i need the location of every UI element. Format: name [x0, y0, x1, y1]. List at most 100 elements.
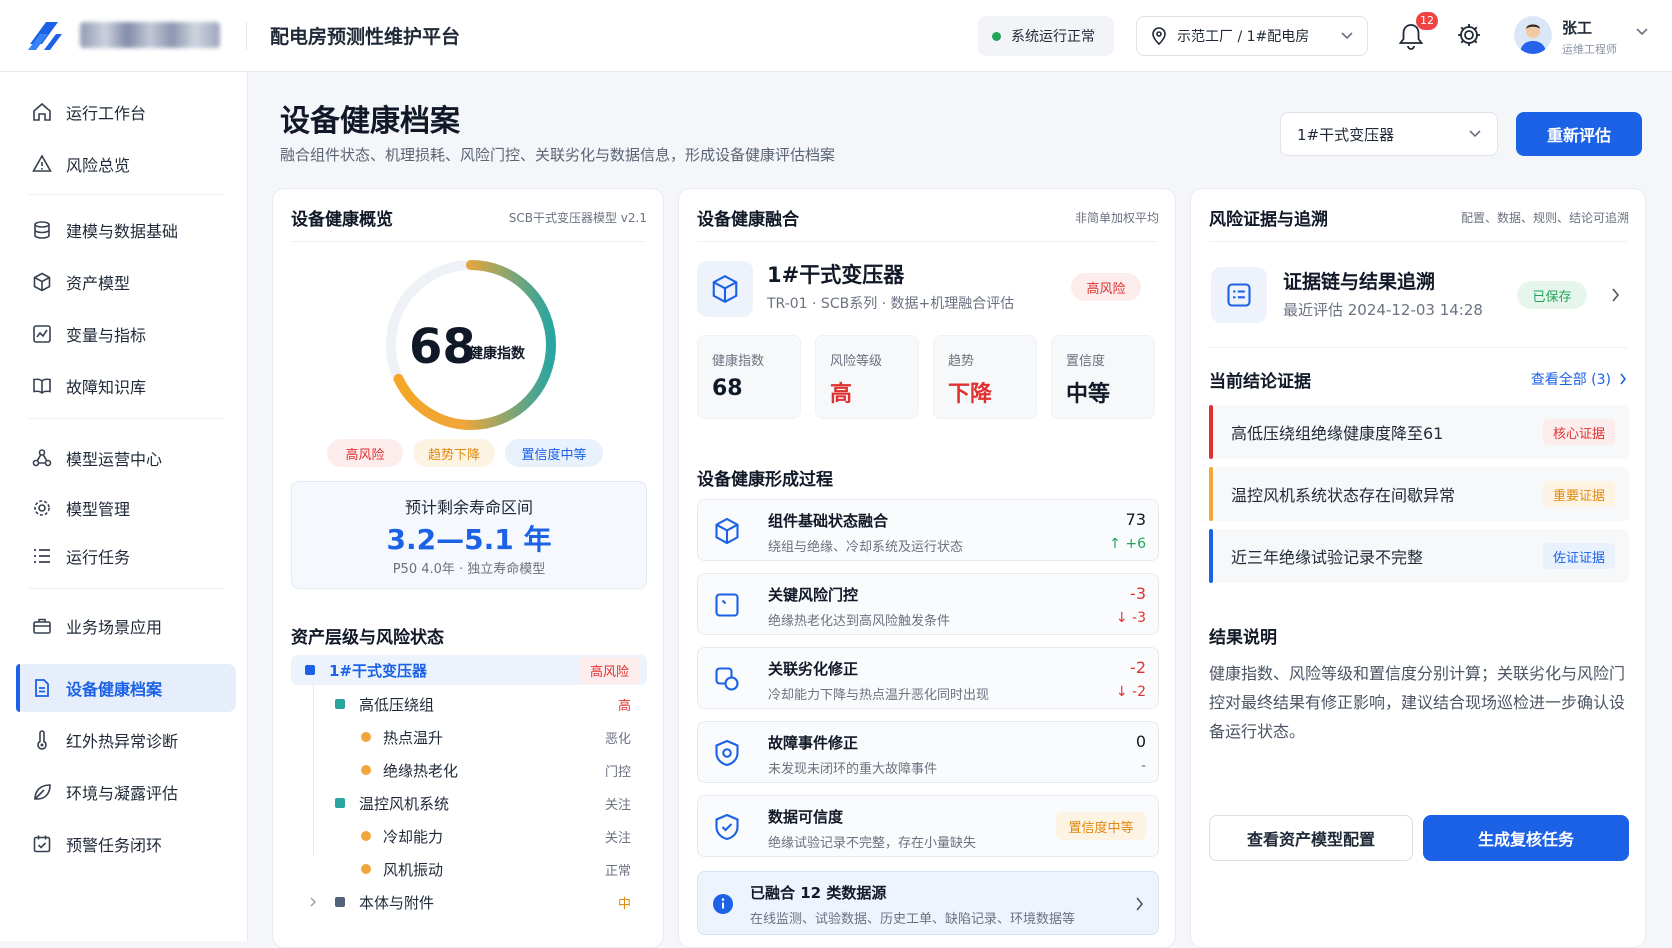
view-all-link[interactable]: 查看全部 (3): [1531, 369, 1627, 389]
book-icon: [33, 378, 51, 395]
process-step-correlated-degradation[interactable]: 关联劣化修正 冷却能力下降与热点温升恶化同时出现 -2 ↓ -2: [697, 647, 1159, 709]
reassess-button[interactable]: 重新评估: [1516, 112, 1642, 156]
arrow-up-icon: ↑: [1109, 536, 1126, 552]
gear-icon: [34, 500, 50, 516]
generate-review-task-button[interactable]: 生成复核任务: [1423, 815, 1629, 861]
sidebar-item-risk-overview[interactable]: 风险总览: [16, 140, 236, 188]
sidebar-item-environment-condensation[interactable]: 环境与凝露评估: [16, 768, 236, 816]
warning-icon: [32, 154, 52, 172]
health-index-value: 68: [409, 319, 476, 375]
location-select[interactable]: 示范工厂 / 1#配电房: [1136, 16, 1368, 56]
node-dot-icon: [361, 864, 371, 874]
evidence-item-core[interactable]: 高低压绕组绝缘健康度降至61 核心证据: [1209, 405, 1629, 459]
process-step-component-fusion[interactable]: 组件基础状态融合 绕组与绝缘、冷却系统及运行状态 73 ↑ +6: [697, 499, 1159, 561]
device-select[interactable]: 1#干式变压器: [1280, 112, 1498, 156]
sidebar-item-model-management[interactable]: 模型管理: [16, 484, 236, 532]
node-dot-icon: [361, 831, 371, 841]
sidebar-item-fault-knowledge[interactable]: 故障知识库: [16, 362, 236, 410]
tree-node-fan-system[interactable]: 温控风机系统 关注: [291, 788, 647, 818]
status-dot-icon: [992, 31, 1001, 41]
info-icon: [713, 894, 733, 914]
confidence-tag: 置信度中等: [1056, 812, 1146, 840]
process-step-risk-gate[interactable]: 关键风险门控 绝缘热老化达到高风险触发条件 -3 ↓ -3: [697, 573, 1159, 635]
sidebar-item-run-tasks[interactable]: 运行任务: [16, 532, 236, 580]
sidebar-item-infrared-diagnosis[interactable]: 红外热异常诊断: [16, 716, 236, 764]
sidebar-item-workbench[interactable]: 运行工作台: [16, 88, 236, 136]
fusion-title: 设备健康融合: [697, 210, 799, 230]
tree-node-winding[interactable]: 高低压绕组 高: [291, 689, 647, 719]
data-sources-bar[interactable]: 已融合 12 类数据源 在线监测、试验数据、历史工单、缺陷记录、环境数据等: [697, 871, 1159, 935]
user-name: 张工: [1562, 19, 1593, 37]
sidebar-item-modeling-data[interactable]: 建模与数据基础: [16, 206, 236, 254]
tree-node-insulation-aging[interactable]: 绝缘热老化 门控: [291, 755, 647, 785]
stat-confidence: 置信度 中等: [1051, 335, 1155, 419]
file-icon: [35, 679, 49, 697]
health-fusion-card: 设备健康融合 非简单加权平均 1#干式变压器 TR-01 · SCB系列 · 数…: [678, 188, 1176, 948]
shield-search-icon: [715, 739, 739, 767]
supporting-evidence-tag: 佐证证据: [1542, 543, 1615, 569]
evidence-meta: 配置、数据、规则、结论可追溯: [1460, 211, 1629, 225]
sidebar-item-alert-closure[interactable]: 预警任务闭环: [16, 820, 236, 868]
list-icon: [34, 549, 50, 563]
sidebar-item-health-archive[interactable]: 设备健康档案: [16, 664, 236, 712]
cube-icon: [715, 517, 739, 545]
remaining-life-title: 预计剩余寿命区间: [404, 498, 533, 517]
saved-tag: 已保存: [1517, 281, 1587, 309]
chevron-right-icon: [1612, 288, 1620, 302]
chip-confidence: 置信度中等: [505, 439, 603, 467]
calendar-check-icon: [33, 835, 51, 853]
device-name: 1#干式变压器: [767, 263, 905, 287]
health-overview-card: 设备健康概览 SCB干式变压器模型 v2.1 68 健康指数 高风险 趋势下降 …: [272, 188, 664, 948]
chevron-right-icon[interactable]: [309, 897, 317, 907]
chevron-down-icon: [1341, 32, 1353, 40]
shield-check-icon: [715, 813, 739, 841]
remaining-life-box: 预计剩余寿命区间 3.2—5.1 年 P50 4.0年 · 独立寿命模型: [291, 481, 647, 589]
cube-icon: [33, 272, 51, 292]
tree-node-fan-vibration[interactable]: 风机振动 正常: [291, 854, 647, 884]
system-status: 系统运行正常: [978, 16, 1114, 56]
chevron-down-icon: [1469, 130, 1481, 138]
blurred-company-name: [80, 22, 220, 48]
tree-node-hotspot[interactable]: 热点温升 恶化: [291, 722, 647, 752]
logo-icon: [28, 22, 62, 50]
evidence-chain-title: 证据链与结果追溯: [1283, 271, 1436, 293]
device-meta: TR-01 · SCB系列 · 数据+机理融合评估: [767, 296, 1015, 312]
view-asset-config-button[interactable]: 查看资产模型配置: [1209, 815, 1413, 861]
evidence-item-important[interactable]: 温控风机系统状态存在间歇异常 重要证据: [1209, 467, 1629, 521]
tree-node-body-accessories[interactable]: 本体与附件 中: [291, 887, 647, 917]
device-risk-tag: 高风险: [1071, 273, 1141, 301]
sidebar-item-variables-metrics[interactable]: 变量与指标: [16, 310, 236, 358]
process-step-data-confidence[interactable]: 数据可信度 绝缘试验记录不完整，存在小量缺失 置信度中等: [697, 795, 1159, 857]
evidence-item-supporting[interactable]: 近三年绝缘试验记录不完整 佐证证据: [1209, 529, 1629, 583]
leaf-icon: [34, 784, 51, 800]
arrow-down-icon: ↓: [1115, 610, 1133, 626]
chart-icon: [33, 325, 51, 343]
sidebar-item-asset-model[interactable]: 资产模型: [16, 258, 236, 306]
overview-model-version: SCB干式变压器模型 v2.1: [508, 211, 647, 225]
tree-node-cooling[interactable]: 冷却能力 关注: [291, 821, 647, 851]
important-evidence-tag: 重要证据: [1542, 481, 1615, 507]
process-step-fault-events[interactable]: 故障事件修正 未发现未闭环的重大故障事件 0 -: [697, 721, 1159, 783]
user-avatar[interactable]: [1514, 16, 1552, 54]
node-square-icon: [305, 665, 315, 675]
health-index-label: 健康指数: [469, 346, 525, 362]
fusion-meta: 非简单加权平均: [1074, 211, 1159, 225]
evidence-chain-row[interactable]: 证据链与结果追溯 最近评估 2024-12-03 14:28 已保存: [1209, 259, 1629, 345]
sidebar-item-model-ops[interactable]: 模型运营中心: [16, 434, 236, 482]
stat-health-index: 健康指数 68: [697, 335, 801, 419]
node-dot-icon: [361, 732, 371, 742]
sidebar-item-business-scenarios[interactable]: 业务场景应用: [16, 602, 236, 650]
app-title: 配电房预测性维护平台: [270, 26, 461, 48]
top-bar: 配电房预测性维护平台 系统运行正常 示范工厂 / 1#配电房 12 张工 运维工…: [0, 0, 1672, 72]
page-title: 设备健康档案: [280, 104, 460, 139]
node-square-icon: [335, 798, 345, 808]
user-menu-chevron-icon[interactable]: [1636, 28, 1648, 36]
tree-node-transformer[interactable]: 1#干式变压器 高风险: [291, 655, 647, 685]
settings-gear-icon[interactable]: [1456, 22, 1482, 48]
node-dot-icon: [361, 765, 371, 775]
arrow-down-icon: ↓: [1115, 684, 1133, 700]
stat-risk-level: 风险等级 高: [815, 335, 919, 419]
chevron-right-icon: [1136, 897, 1144, 911]
overview-title: 设备健康概览: [291, 210, 393, 230]
chip-trend-down: 趋势下降: [413, 439, 495, 467]
